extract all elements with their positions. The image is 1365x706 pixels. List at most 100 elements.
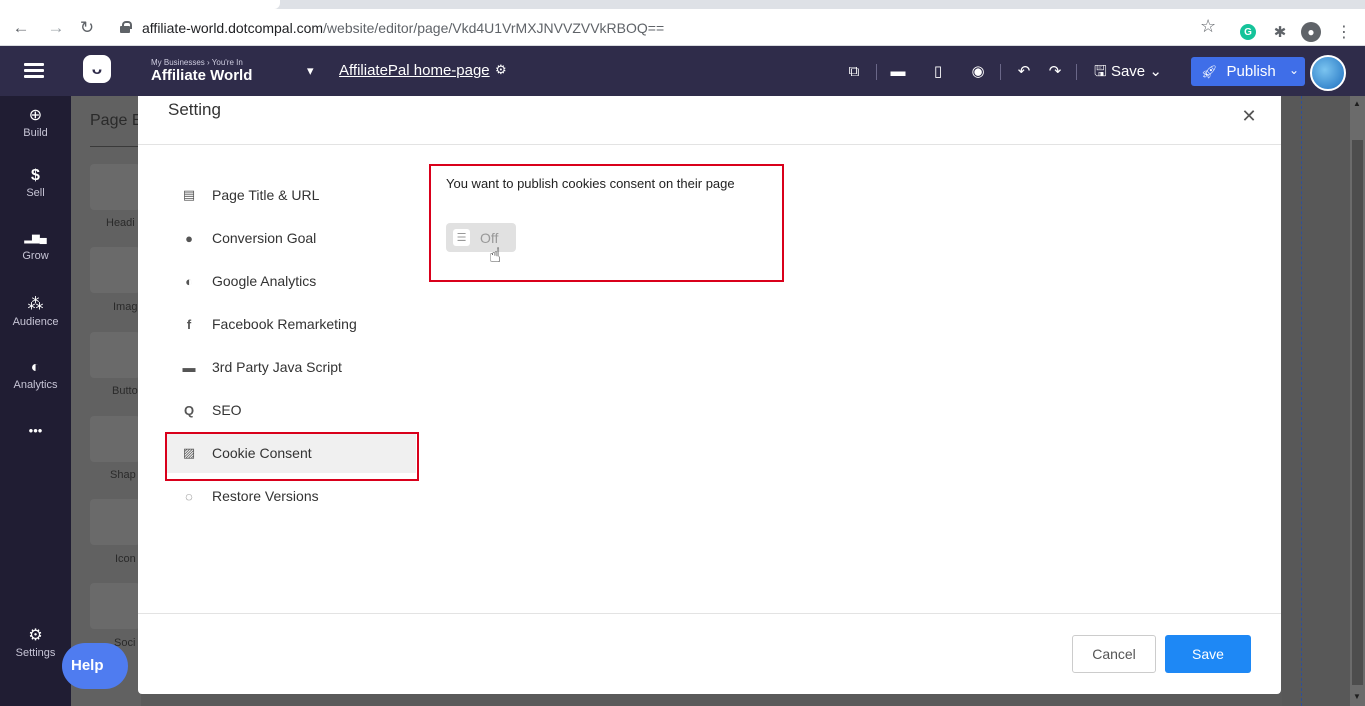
cancel-button[interactable]: Cancel (1072, 635, 1156, 673)
chevron-down-icon[interactable]: ▾ (307, 63, 314, 79)
panel-tile-image[interactable] (90, 247, 140, 293)
plus-circle-icon: ⊕ (28, 107, 43, 124)
sidebar-item-label: Audience (12, 316, 59, 328)
menu-item-label: 3rd Party Java Script (212, 359, 342, 375)
panel-divider (90, 146, 140, 147)
save-menu-button[interactable]: 🖫 Save ⌄ (1094, 61, 1162, 86)
business-name[interactable]: Affiliate World (151, 67, 252, 84)
panel-tile-heading[interactable] (90, 164, 140, 210)
sidebar-item-label: Sell (26, 187, 45, 199)
grammarly-icon[interactable]: G (1240, 24, 1256, 40)
app-logo-icon[interactable]: ᴗ (83, 55, 111, 83)
browser-toolbar: ← → ↻ affiliate-world.dotcompal.com/webs… (0, 9, 1365, 46)
panel-tile-button[interactable] (90, 332, 140, 378)
sidebar-item-label: Build (23, 127, 48, 139)
gear-icon: ⚙ (28, 627, 43, 644)
toolbar-divider (1076, 64, 1077, 80)
rocket-icon: 🚀︎ (1201, 63, 1218, 79)
settings-menu-seo[interactable]: Q SEO (166, 390, 416, 430)
panel-tile-label: Headi (106, 217, 135, 229)
sidebar-item-grow[interactable]: ▂▆▄ Grow (0, 229, 71, 262)
settings-menu-page-title[interactable]: ▤ Page Title & URL (166, 175, 416, 215)
url-text: affiliate-world.dotcompal.com/website/ed… (142, 20, 664, 36)
scroll-up-icon[interactable]: ▲ (1353, 99, 1361, 108)
dollar-icon: $ (31, 167, 40, 184)
business-caption: My Businesses › You're In (151, 58, 243, 67)
panel-tile-shape[interactable] (90, 416, 140, 462)
menu-item-label: SEO (212, 402, 242, 418)
panel-tile-label: Imag (113, 301, 138, 313)
panel-tile-label: Butto (112, 385, 138, 397)
browser-tab[interactable] (0, 0, 280, 9)
javascript-file-icon: ▬ (182, 359, 196, 375)
modal-footer-divider (138, 613, 1281, 614)
conversion-goal-icon: ● (185, 230, 193, 246)
users-icon: ⁂ (27, 296, 44, 313)
sidebar-item-audience[interactable]: ⁂ Audience (0, 295, 71, 328)
avatar[interactable] (1310, 55, 1346, 91)
menu-item-label: Conversion Goal (212, 230, 317, 246)
save-button[interactable]: Save (1165, 635, 1251, 673)
publish-button[interactable]: 🚀︎ Publish ⌄ (1191, 57, 1305, 86)
kebab-menu-icon[interactable]: ⋮ (1334, 22, 1354, 42)
more-options-icon[interactable]: ••• (0, 421, 71, 441)
menu-item-label: Page Title & URL (212, 187, 320, 203)
settings-menu-conversion-goal[interactable]: ● Conversion Goal (166, 218, 416, 258)
preview-eye-icon[interactable]: ◉ (968, 61, 988, 81)
modal-header-divider (138, 144, 1281, 145)
help-button[interactable]: Help (62, 643, 128, 689)
settings-menu-third-party-javascript[interactable]: ▬ 3rd Party Java Script (166, 347, 416, 387)
scroll-down-icon[interactable]: ▼ (1353, 692, 1361, 701)
forward-arrow-icon[interactable]: → (45, 17, 67, 39)
address-bar[interactable]: affiliate-world.dotcompal.com/website/ed… (108, 15, 1226, 41)
save-menu-label: Save (1110, 63, 1146, 80)
sidebar-item-build[interactable]: ⊕ Build (0, 106, 71, 139)
google-analytics-icon: ◐ (185, 273, 193, 289)
restore-versions-icon: ◌ (185, 488, 193, 504)
floppy-disk-icon: 🖫 (1094, 63, 1111, 80)
responsive-view-icon[interactable]: ⧉ (844, 61, 864, 81)
scrollbar-thumb[interactable] (1352, 140, 1363, 685)
panel-tile-icon[interactable] (90, 499, 140, 545)
settings-menu-facebook-remarketing[interactable]: f Facebook Remarketing (166, 304, 416, 344)
page-name-link[interactable]: AffiliatePal home-page (339, 62, 490, 79)
browser-tab-strip (0, 0, 1365, 9)
sidebar-item-settings[interactable]: ⚙ Settings (0, 626, 71, 659)
menu-item-label: Facebook Remarketing (212, 316, 357, 332)
ellipsis-icon: ••• (28, 423, 43, 438)
undo-icon[interactable]: ↶ (1014, 61, 1034, 81)
mobile-icon[interactable]: ▯ (928, 61, 948, 81)
sidebar-item-label: Analytics (13, 379, 58, 391)
url-host: affiliate-world.dotcompal.com (142, 20, 324, 36)
lock-icon (120, 21, 132, 34)
chevron-down-icon: ⌄ (1288, 63, 1299, 77)
menu-item-label: Restore Versions (212, 488, 319, 504)
profile-icon[interactable]: ● (1301, 22, 1321, 42)
seo-search-icon: Q (183, 402, 195, 418)
sidebar-item-analytics[interactable]: ◐ Analytics (0, 358, 71, 391)
scrollbar[interactable]: ▲ ▼ (1350, 96, 1365, 706)
hand-pointer-icon: ☝︎ (489, 245, 502, 267)
panel-title: Page E (90, 112, 143, 129)
hamburger-menu-icon[interactable] (24, 63, 44, 79)
page-title-icon: ▤ (182, 187, 196, 202)
publish-label: Publish (1226, 63, 1276, 80)
back-arrow-icon[interactable]: ← (10, 17, 32, 39)
close-icon[interactable]: ✕ (1239, 106, 1259, 127)
gear-icon[interactable]: ⚙ (495, 62, 507, 78)
toolbar-divider (1000, 64, 1001, 80)
panel-tile-label: Icon (115, 553, 136, 565)
reload-icon[interactable]: ↻ (76, 17, 98, 39)
settings-menu-restore-versions[interactable]: ◌ Restore Versions (166, 476, 416, 516)
sidebar-item-sell[interactable]: $ Sell (0, 166, 71, 199)
star-icon[interactable]: ☆ (1200, 16, 1216, 37)
panel-tile-social[interactable] (90, 583, 140, 629)
facebook-icon: f (186, 316, 192, 332)
extensions-icon[interactable]: ✱ (1270, 22, 1290, 42)
desktop-icon[interactable]: ▬ (888, 61, 908, 81)
settings-menu-google-analytics[interactable]: ◐ Google Analytics (166, 261, 416, 301)
sidebar-item-label: Grow (22, 250, 49, 262)
chevron-down-icon: ⌄ (1145, 63, 1162, 80)
cookie-consent-toggle[interactable]: ☰ Off (446, 223, 516, 252)
redo-icon[interactable]: ↷ (1045, 61, 1065, 81)
